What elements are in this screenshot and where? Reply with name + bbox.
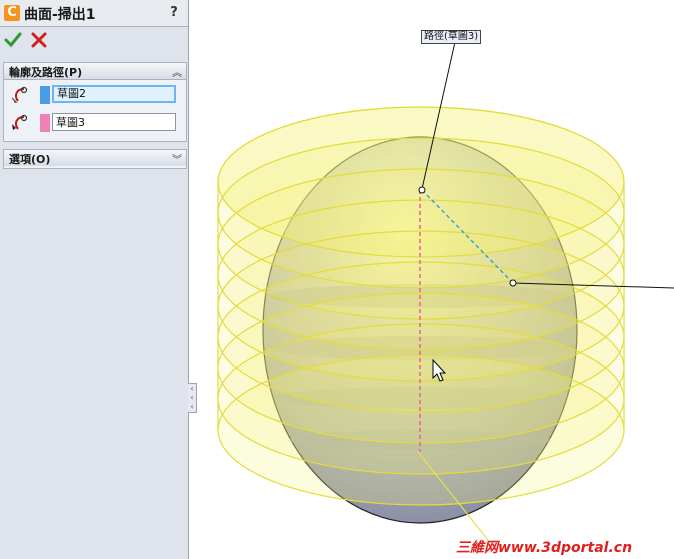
path-callout-label[interactable]: 路徑(草圖3)	[421, 30, 482, 44]
cancel-button[interactable]	[30, 31, 48, 49]
profile-selection-box[interactable]: 草圖2	[52, 85, 176, 103]
profile-selection-row: 草圖2	[8, 84, 180, 106]
panel-titlebar: C 曲面-掃出1 ?	[0, 0, 188, 27]
sweep-feature-icon: C	[4, 5, 20, 21]
path-selection-box[interactable]: 草圖3	[52, 113, 176, 131]
sweep-surface	[218, 107, 624, 505]
profile-path-group: 輪廓及路徑(P) ︽ 草圖2 草圖3	[3, 62, 187, 142]
ok-button[interactable]	[4, 31, 22, 49]
profile-path-group-label: 輪廓及路徑(P)	[9, 66, 83, 79]
cancel-x-icon	[31, 32, 47, 48]
profile-path-group-header[interactable]: 輪廓及路徑(P) ︽	[4, 63, 186, 80]
path-endpoint-marker[interactable]	[418, 186, 426, 194]
panel-title: 曲面-掃出1	[24, 7, 96, 23]
expand-chevron-icon[interactable]: ︾	[172, 151, 182, 166]
options-group-label: 選項(O)	[9, 153, 51, 166]
help-button[interactable]: ?	[166, 5, 182, 21]
collapse-chevron-icon[interactable]: ︽	[172, 64, 182, 79]
path-selection-row: 草圖3	[8, 112, 180, 134]
profile-icon	[11, 86, 28, 103]
path-color-swatch	[40, 114, 50, 132]
path-icon	[12, 114, 28, 130]
ok-check-icon	[4, 32, 22, 48]
profile-color-swatch	[40, 86, 50, 104]
options-group: 選項(O) ︾	[3, 149, 187, 169]
watermark-text: 三維网www.3dportal.cn	[456, 540, 633, 556]
profile-endpoint-marker[interactable]	[509, 279, 517, 287]
graphics-viewport[interactable]	[190, 0, 674, 559]
options-group-header[interactable]: 選項(O) ︾	[4, 150, 186, 166]
property-manager-panel: C 曲面-掃出1 ? 輪廓及路徑(P) ︽ 草圖2 草圖3 選項(O) ︾	[0, 0, 189, 559]
